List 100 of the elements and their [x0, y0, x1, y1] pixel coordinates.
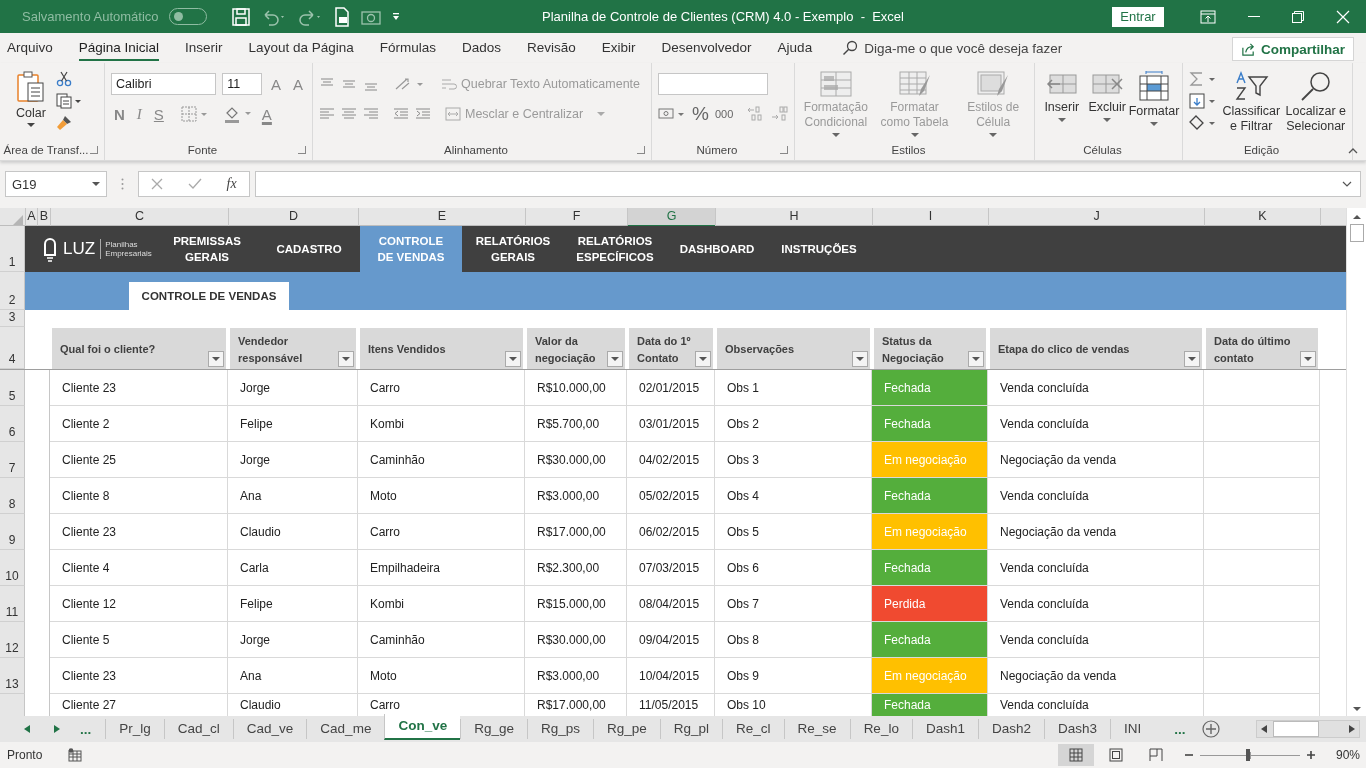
- previous-sheet-icon[interactable]: [24, 725, 30, 733]
- sheet-tab[interactable]: Rg_pe: [593, 719, 660, 739]
- more-sheets-button[interactable]: ...: [80, 721, 92, 737]
- ribbon-tab[interactable]: Página Inicial: [78, 35, 160, 61]
- sheet-tab[interactable]: Cad_ve: [232, 719, 307, 739]
- sign-in-button[interactable]: Entrar: [1112, 6, 1164, 27]
- close-icon[interactable]: [1336, 9, 1350, 24]
- customize-caret-icon[interactable]: [390, 11, 401, 22]
- ribbon-tab[interactable]: Exibir: [601, 35, 636, 61]
- scrollbar-thumb[interactable]: [1272, 721, 1319, 737]
- row-header[interactable]: 2: [0, 272, 25, 310]
- ribbon-tab[interactable]: Layout da Página: [248, 35, 354, 61]
- nav-tab[interactable]: PREMISSAS GERAIS: [156, 226, 258, 272]
- restore-icon[interactable]: [1292, 10, 1304, 23]
- cut-icon[interactable]: [56, 71, 72, 87]
- font-size-field[interactable]: 11: [222, 73, 262, 95]
- vertical-scrollbar[interactable]: [1346, 208, 1366, 716]
- filter-button[interactable]: [695, 351, 711, 367]
- filter-button[interactable]: [208, 351, 224, 367]
- sheet-tab[interactable]: INI: [1110, 719, 1155, 739]
- filter-button[interactable]: [968, 351, 984, 367]
- fill-color-icon[interactable]: [222, 105, 253, 123]
- ribbon-tab[interactable]: Arquivo: [7, 35, 53, 61]
- name-box[interactable]: G19: [5, 171, 107, 197]
- filter-button[interactable]: [338, 351, 354, 367]
- eraser-icon[interactable]: [1189, 115, 1217, 131]
- row-header[interactable]: 12: [0, 622, 25, 658]
- macro-recording-icon[interactable]: [68, 748, 83, 762]
- sheet-tab[interactable]: Rg_ps: [526, 719, 593, 739]
- sheet-tab[interactable]: Con_ve: [384, 714, 461, 740]
- scrollbar-thumb[interactable]: [1349, 224, 1364, 242]
- nav-tab[interactable]: RELATÓRIOS GERAIS: [462, 226, 564, 272]
- ribbon-tab[interactable]: Ajuda: [777, 35, 813, 61]
- sheet-tab[interactable]: Dash1: [911, 719, 978, 739]
- borders-icon[interactable]: [180, 106, 209, 122]
- dialog-launcher-icon[interactable]: [637, 146, 645, 154]
- font-name-field[interactable]: Calibri: [111, 73, 217, 95]
- ribbon-button[interactable]: Inserir: [1041, 71, 1083, 123]
- horizontal-scrollbar[interactable]: [1255, 720, 1360, 738]
- filter-button[interactable]: [1300, 351, 1316, 367]
- save-icon[interactable]: [230, 6, 251, 27]
- share-button[interactable]: Compartilhar: [1232, 37, 1354, 61]
- collapse-ribbon-icon[interactable]: [1348, 148, 1358, 154]
- dialog-launcher-icon[interactable]: [90, 146, 98, 154]
- paste-button[interactable]: Colar: [16, 67, 46, 140]
- print-preview-icon[interactable]: [332, 6, 351, 27]
- fill-down-icon[interactable]: [1189, 93, 1217, 109]
- nav-tab[interactable]: CADASTRO: [258, 226, 360, 272]
- row-header[interactable]: 1: [0, 226, 25, 272]
- cancel-icon[interactable]: [151, 178, 164, 190]
- zoom-slider[interactable]: [1199, 749, 1300, 761]
- ribbon-button[interactable]: Localizar e Selecionar: [1285, 71, 1346, 134]
- sheet-tab[interactable]: Re_cl: [722, 719, 784, 739]
- currency-icon[interactable]: [658, 106, 686, 122]
- percent-button[interactable]: %: [692, 103, 709, 125]
- row-header[interactable]: 9: [0, 514, 25, 550]
- filter-button[interactable]: [852, 351, 868, 367]
- ribbon-tab[interactable]: Revisão: [527, 35, 576, 61]
- formula-input[interactable]: [255, 171, 1361, 197]
- ribbon-tab[interactable]: Inserir: [185, 35, 223, 61]
- sheet-tab[interactable]: Rg_ge: [460, 719, 527, 739]
- sheet-tab[interactable]: Cad_cl: [163, 719, 233, 739]
- sheet-tab[interactable]: Rg_pl: [659, 719, 723, 739]
- row-header[interactable]: 5: [0, 370, 25, 406]
- row-header[interactable]: 4: [0, 327, 25, 369]
- row-header[interactable]: 10: [0, 550, 25, 586]
- nav-tab[interactable]: INSTRUÇÕES: [768, 226, 870, 272]
- dialog-launcher-icon[interactable]: [298, 146, 306, 154]
- autosum-icon[interactable]: [1189, 71, 1217, 87]
- nav-tab[interactable]: DASHBOARD: [666, 226, 768, 272]
- add-sheet-icon[interactable]: [1201, 720, 1220, 738]
- sheet-tab[interactable]: Pr_lg: [105, 719, 164, 739]
- tell-me-field[interactable]: Diga-me o que você deseja fazer: [864, 40, 1063, 56]
- more-sheets-button[interactable]: ...: [1174, 721, 1186, 737]
- insert-function-button[interactable]: fx: [226, 176, 237, 192]
- row-header[interactable]: 6: [0, 406, 25, 442]
- filter-button[interactable]: [1184, 351, 1200, 367]
- copy-icon[interactable]: [56, 93, 82, 109]
- sheet-tab[interactable]: Re_lo: [849, 719, 912, 739]
- ribbon-tab[interactable]: Desenvolvedor: [661, 35, 752, 61]
- ribbon-button[interactable]: Excluir: [1086, 71, 1128, 123]
- minimize-icon[interactable]: [1248, 15, 1260, 18]
- ribbon-tab[interactable]: Dados: [461, 35, 501, 61]
- zoom-level[interactable]: 90%: [1335, 748, 1360, 762]
- zoom-in-icon[interactable]: [1305, 750, 1316, 760]
- ribbon-button[interactable]: Classificar e Filtrar: [1221, 71, 1282, 134]
- sheet-tab[interactable]: Re_se: [783, 719, 850, 739]
- row-header[interactable]: 11: [0, 586, 25, 622]
- row-header[interactable]: 13: [0, 658, 25, 694]
- filter-button[interactable]: [607, 351, 623, 367]
- nav-tab[interactable]: RELATÓRIOS ESPECÍFICOS: [564, 226, 666, 272]
- number-format-field[interactable]: [658, 73, 768, 95]
- format-painter-icon[interactable]: [56, 115, 72, 131]
- sheet-tab[interactable]: Dash3: [1043, 719, 1110, 739]
- thousands-button[interactable]: 000: [714, 108, 734, 120]
- dialog-launcher-icon[interactable]: [780, 146, 788, 154]
- row-header[interactable]: 3: [0, 310, 25, 327]
- ribbon-display-icon[interactable]: [1200, 9, 1216, 24]
- row-header[interactable]: 8: [0, 478, 25, 514]
- ribbon-tab[interactable]: Fórmulas: [379, 35, 436, 61]
